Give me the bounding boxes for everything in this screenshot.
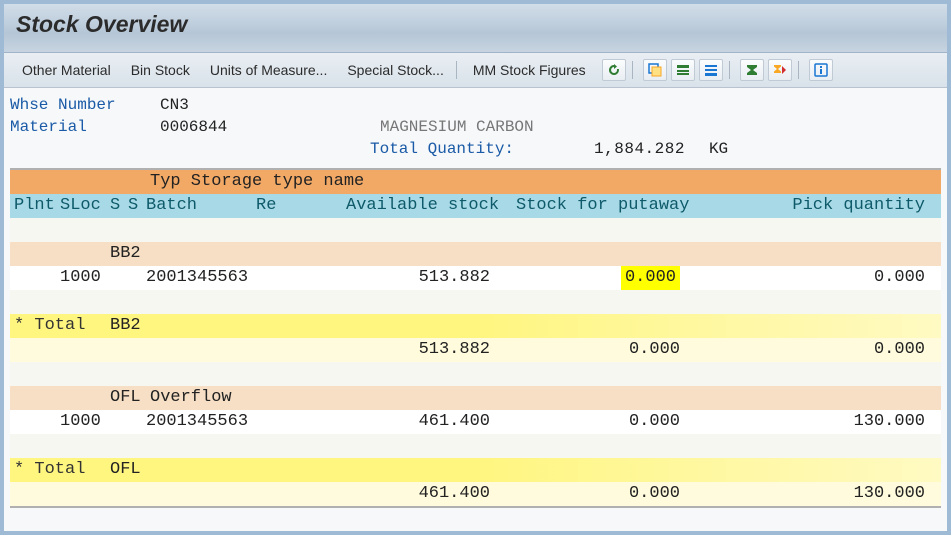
page-title: Stock Overview (16, 11, 935, 38)
col-re[interactable]: Re (256, 194, 316, 218)
grid-header-2: Plnt SLoc S S Batch Re Available stock S… (10, 194, 941, 218)
cell-batch: 2001345563 (146, 410, 316, 434)
cell-batch: 2001345563 (146, 266, 316, 290)
subtotal-icon[interactable] (768, 59, 792, 81)
spacer (10, 138, 160, 160)
table-row[interactable]: 1000 2001345563 513.882 0.000 0.000 (10, 266, 941, 290)
icon-separator (729, 61, 730, 79)
col-available[interactable]: Available stock (316, 194, 516, 218)
total-available: 513.882 (316, 338, 516, 362)
col-sloc[interactable]: SLoc (60, 194, 110, 218)
layout-icon[interactable] (643, 59, 667, 81)
info-area: Whse Number CN3 Material 0006844 MAGNESI… (4, 88, 947, 166)
total-row-label: * Total BB2 (10, 314, 941, 338)
toolbar: Other Material Bin Stock Units of Measur… (4, 53, 947, 88)
material-desc: MAGNESIUM CARBON (380, 116, 534, 138)
total-putaway: 0.000 (516, 482, 716, 506)
spacer-row (10, 290, 941, 314)
spacer-row (10, 218, 941, 242)
other-material-button[interactable]: Other Material (12, 59, 121, 81)
icon-separator (798, 61, 799, 79)
cell-sloc: 1000 (60, 410, 110, 434)
material-value: 0006844 (160, 116, 380, 138)
total-typ: BB2 (110, 314, 150, 338)
units-of-measure-button[interactable]: Units of Measure... (200, 59, 338, 81)
total-label: * Total (10, 458, 110, 482)
cell-pick: 0.000 (716, 266, 941, 290)
col-s1[interactable]: S (110, 194, 128, 218)
cell-sloc: 1000 (60, 266, 110, 290)
total-pick: 0.000 (716, 338, 941, 362)
total-pick: 130.000 (716, 482, 941, 506)
group-header[interactable]: BB2 (10, 242, 941, 266)
group-name (150, 242, 370, 266)
app-frame: Stock Overview Other Material Bin Stock … (0, 0, 951, 535)
spacer-row (10, 362, 941, 386)
special-stock-button[interactable]: Special Stock... (337, 59, 454, 81)
cell-pick: 130.000 (716, 410, 941, 434)
spacer-row (10, 434, 941, 458)
group-name: Overflow (150, 386, 370, 410)
total-row-values: 513.882 0.000 0.000 (10, 338, 941, 362)
grid-divider (10, 506, 941, 508)
col-pick[interactable]: Pick quantity (716, 194, 941, 218)
total-row-label: * Total OFL (10, 458, 941, 482)
group-typ: BB2 (110, 242, 150, 266)
grid-header-1: Typ Storage type name (10, 170, 941, 194)
cell-putaway: 0.000 (516, 266, 716, 290)
total-available: 461.400 (316, 482, 516, 506)
stock-grid: Typ Storage type name Plnt SLoc S S Batc… (10, 168, 941, 508)
col-batch[interactable]: Batch (146, 194, 256, 218)
total-typ: OFL (110, 458, 150, 482)
bin-stock-button[interactable]: Bin Stock (121, 59, 200, 81)
cell-available: 513.882 (316, 266, 516, 290)
deselect-all-icon[interactable] (699, 59, 723, 81)
total-label: * Total (10, 314, 110, 338)
whse-number-label: Whse Number (10, 94, 160, 116)
icon-separator (632, 61, 633, 79)
toolbar-separator (456, 61, 457, 79)
total-quantity-value: 1,884.282 (514, 138, 685, 160)
cell-plnt (10, 266, 60, 290)
select-all-icon[interactable] (671, 59, 695, 81)
mm-stock-figures-button[interactable]: MM Stock Figures (463, 59, 596, 81)
total-quantity-label: Total Quantity: (160, 138, 514, 160)
col-putaway[interactable]: Stock for putaway (516, 194, 716, 218)
material-label: Material (10, 116, 160, 138)
col-plnt[interactable]: Plnt (10, 194, 60, 218)
table-row[interactable]: 1000 2001345563 461.400 0.000 130.000 (10, 410, 941, 434)
col-typ-storage: Typ Storage type name (150, 170, 370, 194)
refresh-icon[interactable] (602, 59, 626, 81)
total-quantity-unit: KG (685, 138, 728, 160)
group-header[interactable]: OFL Overflow (10, 386, 941, 410)
titlebar: Stock Overview (4, 4, 947, 53)
cell-available: 461.400 (316, 410, 516, 434)
col-s2[interactable]: S (128, 194, 146, 218)
cell-putaway: 0.000 (516, 410, 716, 434)
whse-number-value: CN3 (160, 94, 189, 116)
sum-icon[interactable] (740, 59, 764, 81)
total-putaway: 0.000 (516, 338, 716, 362)
info-icon[interactable] (809, 59, 833, 81)
cell-plnt (10, 410, 60, 434)
iconbar (602, 59, 833, 81)
total-row-values: 461.400 0.000 130.000 (10, 482, 941, 506)
group-typ: OFL (110, 386, 150, 410)
